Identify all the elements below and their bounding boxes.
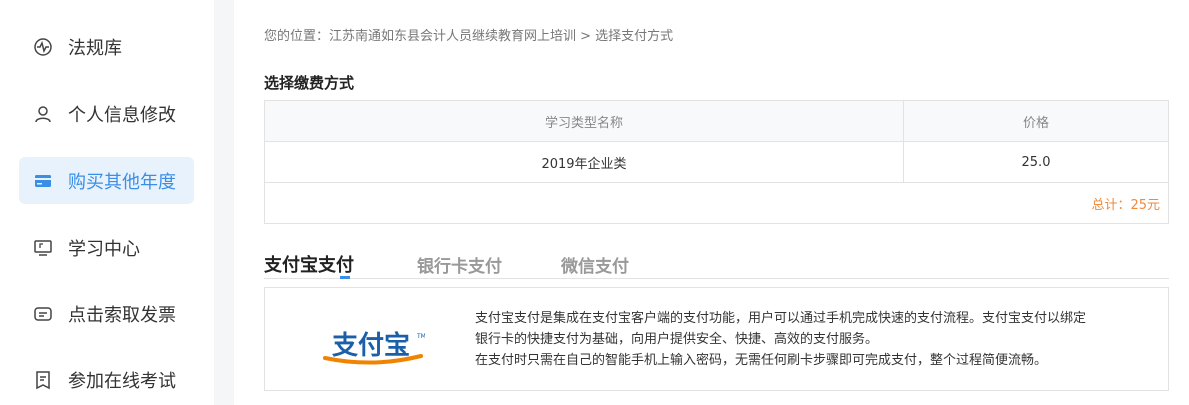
- divider: [214, 0, 234, 405]
- message-icon: [33, 304, 53, 324]
- main-content: 您的位置：江苏南通如东县会计人员继续教育网上培训 > 选择支付方式 选择缴费方式…: [234, 0, 1189, 405]
- alipay-logo: 支付宝 TM: [321, 328, 426, 366]
- sidebar-item-profile[interactable]: 个人信息修改: [19, 90, 194, 137]
- monitor-icon: [33, 238, 53, 258]
- sidebar: 法规库 个人信息修改 购买其他年度 学习中心 点击索取发票 参加在线考试: [0, 0, 214, 405]
- active-tab-indicator: [340, 276, 350, 279]
- sidebar-item-buy-years[interactable]: 购买其他年度: [19, 157, 194, 204]
- payment-panel: 支付宝 TM 支付宝支付是集成在支付宝客户端的支付功能，用户可以通过手机完成快速…: [264, 287, 1169, 391]
- column-header-price: 价格: [1022, 115, 1049, 131]
- tab-bank-card[interactable]: 银行卡支付: [417, 252, 502, 277]
- sidebar-item-label: 法规库: [68, 37, 122, 59]
- sidebar-item-label: 购买其他年度: [68, 171, 176, 193]
- table-header: 学习类型名称 价格: [265, 101, 1168, 142]
- pulse-icon: [33, 37, 53, 57]
- sidebar-item-label: 参加在线考试: [68, 370, 176, 392]
- total-amount: 总计：25元: [1091, 197, 1160, 213]
- sidebar-item-online-exam[interactable]: 参加在线考试: [19, 356, 194, 403]
- sidebar-item-learning-center[interactable]: 学习中心: [19, 224, 194, 271]
- user-icon: [33, 104, 53, 124]
- sidebar-item-invoice[interactable]: 点击索取发票: [19, 290, 194, 337]
- logo-text: 支付宝: [332, 330, 410, 361]
- table-row[interactable]: 2019年企业类 25.0: [265, 142, 1168, 183]
- sidebar-item-regulations[interactable]: 法规库: [19, 23, 194, 70]
- fee-table: 学习类型名称 价格 2019年企业类 25.0 总计：25元: [264, 100, 1169, 224]
- description-line: 在支付时只需在自己的智能手机上输入密码，无需任何刷卡步骤即可完成支付，整个过程简…: [475, 353, 1048, 368]
- tab-alipay[interactable]: 支付宝支付: [264, 251, 354, 277]
- card-icon: [33, 171, 53, 191]
- page-title: 选择缴费方式: [264, 74, 355, 92]
- sidebar-item-label: 学习中心: [68, 238, 140, 260]
- sidebar-item-label: 点击索取发票: [68, 304, 176, 326]
- tab-wechat[interactable]: 微信支付: [561, 252, 629, 277]
- sidebar-item-label: 个人信息修改: [68, 104, 176, 126]
- breadcrumb: 您的位置：江苏南通如东县会计人员继续教育网上培训 > 选择支付方式: [264, 29, 674, 44]
- description-line: 银行卡的快捷支付为基础，向用户提供安全、快捷、高效的支付服务。: [475, 332, 879, 347]
- svg-text:TM: TM: [416, 333, 425, 340]
- payment-tabs: 支付宝支付 银行卡支付 微信支付: [264, 250, 1169, 279]
- study-type-cell: 2019年企业类: [265, 142, 904, 182]
- payment-description: 支付宝支付是集成在支付宝客户端的支付功能，用户可以通过手机完成快速的支付流程。支…: [475, 308, 1155, 371]
- price-cell: 25.0: [1021, 154, 1051, 170]
- document-icon: [33, 370, 53, 390]
- column-header-name: 学习类型名称: [265, 101, 904, 141]
- description-line: 支付宝支付是集成在支付宝客户端的支付功能，用户可以通过手机完成快速的支付流程。支…: [475, 311, 1087, 326]
